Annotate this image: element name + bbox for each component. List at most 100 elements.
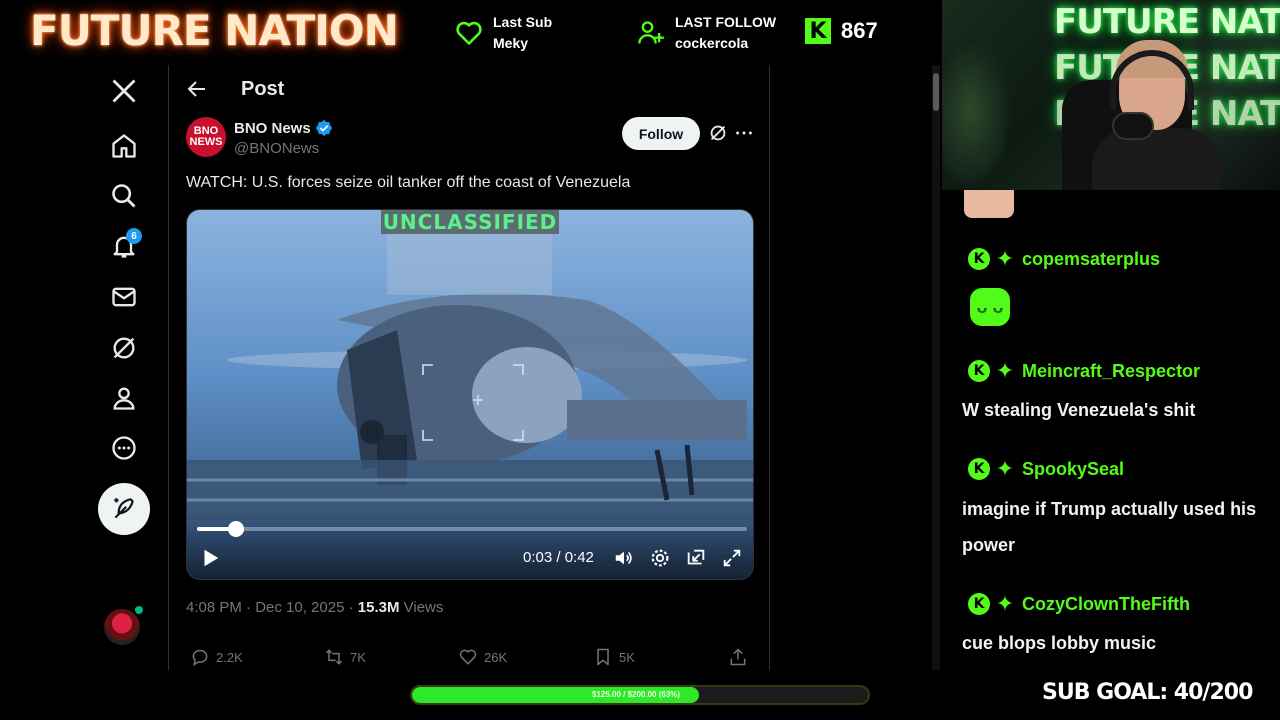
chat-username[interactable]: SpookySeal: [1022, 459, 1124, 480]
mail-icon[interactable]: [98, 277, 150, 317]
author-name[interactable]: BNO News: [234, 120, 311, 137]
stream-bottom-bar: $125.00 / $200.00 (63%) SUB GOAL: 40/200: [0, 670, 1280, 720]
chat-message-2-user: K ✦ Meincraft_Respector: [968, 360, 1200, 382]
verified-badge-icon: [315, 119, 333, 137]
share-icon: [730, 648, 746, 666]
last-sub-value: Meky: [493, 35, 529, 51]
heart-icon: [456, 21, 482, 45]
repost-count: 7K: [350, 649, 366, 665]
kick-logo-icon: K: [805, 18, 831, 44]
last-follow-value: cockercola: [675, 35, 749, 51]
chat-message-3-user: K ✦ SpookySeal: [968, 458, 1124, 480]
account-avatar[interactable]: [104, 609, 140, 645]
scrollbar-thumb[interactable]: [933, 73, 939, 111]
reply-icon: [192, 649, 208, 667]
reply-count: 2.2K: [216, 649, 243, 665]
share-button[interactable]: [728, 647, 748, 667]
like-count: 26K: [484, 649, 508, 665]
feather-icon: [114, 498, 134, 519]
last-follow-widget: LAST FOLLOW cockercola: [637, 12, 776, 54]
reply-button[interactable]: 2.2K: [190, 647, 243, 667]
page-title: Post: [241, 78, 285, 100]
author-handle[interactable]: @BNONews: [234, 140, 319, 157]
post-actions: 2.2K 7K 26K 5K: [186, 647, 756, 669]
chat-message-text: imagine if Trump actually used his power: [962, 499, 1257, 555]
video-time: 0:03 / 0:42: [523, 549, 594, 566]
bookmark-icon: [597, 648, 609, 666]
play-icon[interactable]: [199, 547, 221, 569]
chat-message-4-user: K ✦ CozyClownTheFifth: [968, 593, 1190, 615]
sub-goal-text: SUB GOAL: 40/200: [1042, 680, 1253, 705]
microphone-icon: [1112, 112, 1154, 140]
more-circle-icon[interactable]: [98, 428, 150, 468]
follow-button[interactable]: Follow: [622, 117, 700, 150]
brand-logo: FUTURE NATION: [30, 6, 399, 55]
video-player[interactable]: UNCLASSIFIED 0:03 / 0:42: [186, 209, 754, 580]
views-label: Views: [399, 599, 444, 616]
page-scrollbar[interactable]: [932, 65, 940, 670]
video-progress-knob[interactable]: [227, 521, 244, 537]
repost-button[interactable]: 7K: [324, 647, 366, 667]
post-column: Post BNO NEWS BNO News @BNONews Follow W…: [168, 65, 770, 670]
kick-badge-icon: K: [968, 360, 990, 382]
add-user-icon: [638, 21, 664, 44]
stream-chat: K ✦ copemsaterplus ᴗ ᴗ K ✦ Meincraft_Res…: [942, 190, 1280, 670]
donation-goal-bar: $125.00 / $200.00 (63%): [410, 685, 870, 705]
sub-badge-icon: ✦: [995, 358, 1015, 383]
post-header: Post: [169, 65, 769, 113]
chat-username[interactable]: CozyClownTheFifth: [1022, 594, 1190, 615]
sub-badge-icon: ✦: [995, 456, 1015, 481]
profile-icon[interactable]: [98, 378, 150, 418]
more-options-icon[interactable]: [733, 122, 755, 144]
author-avatar[interactable]: BNO NEWS: [186, 117, 226, 157]
cam-plant: [942, 30, 1012, 190]
bell-icon[interactable]: 6: [98, 226, 150, 266]
post-timestamp[interactable]: 4:08 PM · Dec 10, 2025 ·: [186, 599, 358, 616]
pip-icon[interactable]: [685, 547, 707, 569]
bookmark-button[interactable]: 5K: [593, 647, 635, 667]
kick-badge-icon: K: [968, 593, 990, 615]
chat-message-text: cue blops lobby music: [962, 633, 1157, 653]
post-meta: 4:08 PM · Dec 10, 2025 · 15.3M Views: [186, 599, 443, 616]
search-icon[interactable]: [98, 176, 150, 216]
chat-message-1-user: K ✦ copemsaterplus: [968, 248, 1160, 270]
sub-badge-icon: ✦: [995, 246, 1015, 271]
last-sub-label: Last Sub: [493, 14, 553, 30]
donation-goal-label: $125.00 / $200.00 (63%): [592, 690, 681, 699]
video-controls: 0:03 / 0:42: [187, 510, 753, 579]
x-logo-icon[interactable]: [98, 71, 150, 111]
volume-icon[interactable]: [613, 547, 635, 569]
views-count: 15.3M: [357, 599, 400, 616]
settings-gear-icon[interactable]: [649, 547, 671, 569]
kick-badge-icon: K: [968, 248, 990, 270]
back-arrow-icon[interactable]: [185, 77, 209, 101]
compose-post-button[interactable]: [98, 483, 150, 535]
chat-emote-sleepy: ᴗ ᴗ: [970, 288, 1010, 326]
grok-icon[interactable]: [98, 328, 150, 368]
cam-streamer-body: [1092, 128, 1222, 190]
kick-badge-icon: K: [968, 458, 990, 480]
chat-message-text: W stealing Venezuela's shit: [962, 400, 1196, 420]
bookmark-count: 5K: [619, 649, 635, 665]
fullscreen-icon[interactable]: [721, 547, 743, 569]
notification-badge: 6: [126, 228, 142, 244]
video-classification-label: UNCLASSIFIED: [381, 210, 559, 234]
repost-icon: [325, 649, 343, 665]
cam-neon-sign: FUTURE NATION: [1054, 2, 1280, 42]
last-sub-widget: Last Sub Meky: [455, 12, 552, 54]
like-button[interactable]: 26K: [458, 647, 507, 667]
chat-username[interactable]: Meincraft_Respector: [1022, 361, 1200, 382]
kick-viewer-count: K 867: [805, 18, 878, 44]
heart-outline-icon: [459, 649, 477, 665]
sub-badge-icon: ✦: [995, 591, 1015, 616]
online-status-dot: [135, 606, 143, 614]
video-progress-bar[interactable]: [197, 521, 747, 537]
x-sidebar-nav: 6: [98, 65, 150, 670]
x-post-page: 6 Post BNO NEWS BNO News @BNONews Follow…: [0, 65, 940, 670]
stream-top-bar: FUTURE NATION Last Sub Meky LAST FOLLOW …: [0, 0, 940, 65]
last-follow-label: LAST FOLLOW: [675, 14, 777, 30]
viewer-count: 867: [841, 18, 878, 43]
grok-explain-icon[interactable]: [707, 122, 729, 144]
home-icon[interactable]: [98, 126, 150, 166]
chat-username[interactable]: copemsaterplus: [1022, 249, 1160, 270]
